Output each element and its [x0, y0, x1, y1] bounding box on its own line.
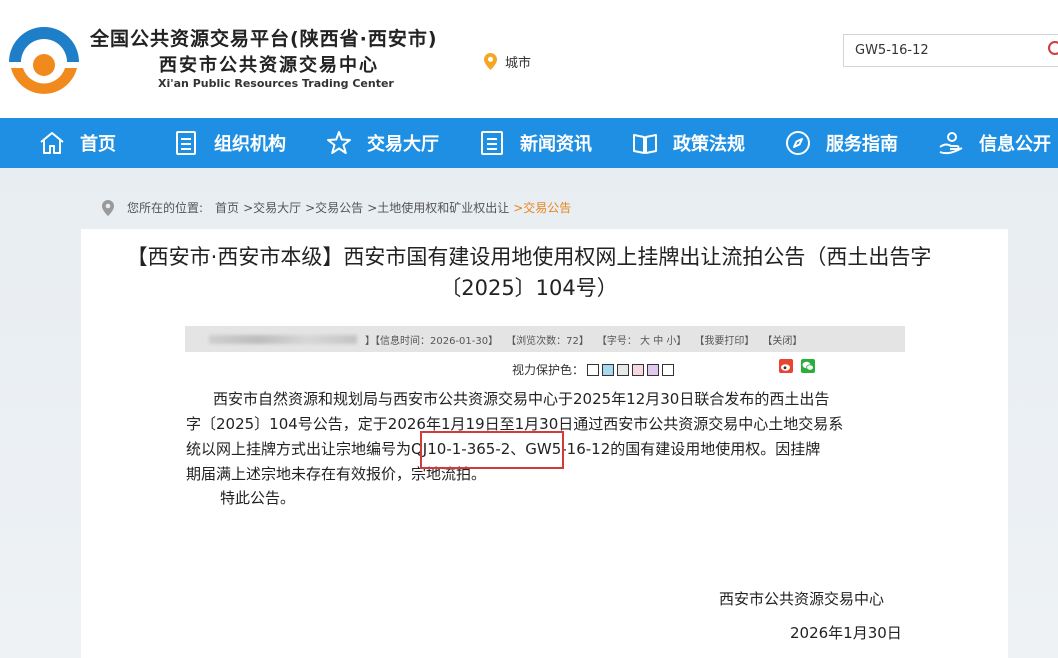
article-title-line1: 【西安市·西安市本级】西安市国有建设用地使用权网上挂牌出让流拍公告（西土出告字 [126, 245, 932, 269]
color-swatch-blue[interactable] [602, 363, 615, 376]
breadcrumb-item-home[interactable]: 首页 [215, 199, 239, 216]
nav-label: 政策法规 [673, 134, 745, 155]
search-icon[interactable] [1047, 40, 1058, 58]
nav-label: 服务指南 [826, 134, 898, 155]
eye-protection-label: 视力保护色： [512, 363, 585, 377]
site-subtitle-cn: 西安市公共资源交易中心 [159, 55, 379, 76]
nav-label: 交易大厅 [367, 134, 439, 155]
hand-icon [939, 132, 963, 155]
location-pin-icon [102, 199, 114, 216]
nav-item-service-guide[interactable]: 服务指南 [784, 118, 898, 168]
list-icon [481, 131, 503, 155]
article-closing: 特此公告。 [220, 489, 296, 507]
breadcrumb-prefix: 您所在的位置: [127, 201, 204, 215]
nav-item-home[interactable]: 首页 [38, 118, 116, 168]
color-swatch-gray[interactable] [617, 363, 630, 376]
article-title: 【西安市·西安市本级】西安市国有建设用地使用权网上挂牌出让流拍公告（西土出告字 … [0, 242, 1058, 304]
article-title-line2: 〔2025〕104号） [440, 276, 618, 300]
site-title-en: Xi'an Public Resources Trading Center [158, 77, 394, 90]
article-meta-bar: 】【信息时间：2026-01-30】 【浏览次数：72】 【字号： 大 中 小】… [185, 326, 905, 352]
breadcrumb-item-announcements[interactable]: >交易公告 [305, 199, 363, 216]
article-body: 西安市自然资源和规划局与西安市公共资源交易中心于2025年12月30日联合发布的… [186, 387, 906, 487]
body-line: 字〔2025〕104号公告，定于2026年1月19日至1月30日通过西安市公共资… [186, 415, 844, 433]
color-swatch-white[interactable] [587, 363, 600, 376]
breadcrumb-item-land-rights[interactable]: >土地使用权和矿业权出让 [367, 199, 509, 216]
article-date: 2026年1月30日 [790, 624, 902, 642]
nav-item-disclosure[interactable]: 信息公开 [937, 118, 1051, 168]
site-logo[interactable] [3, 18, 85, 100]
body-line: 西安市自然资源和规划局与西安市公共资源交易中心于2025年12月30日联合发布的… [213, 390, 830, 408]
breadcrumb: 您所在的位置: 首页 >交易大厅 >交易公告 >土地使用权和矿业权出让 >交易公… [102, 199, 571, 216]
color-swatch-pink[interactable] [632, 363, 645, 376]
site-title-cn: 全国公共资源交易平台(陕西省·西安市) [90, 28, 438, 50]
close-button[interactable]: 【关闭】 [762, 332, 802, 347]
body-line: 期届满上述宗地未存在有效报价，宗地流拍。 [186, 465, 487, 483]
print-button[interactable]: 【我要打印】 [694, 332, 754, 347]
meta-font-size[interactable]: 【字号： 大 中 小】 [597, 332, 687, 347]
meta-views: 【浏览次数：72】 [506, 335, 589, 347]
nav-label: 组织机构 [214, 134, 286, 155]
book-icon [633, 134, 657, 154]
document-icon [176, 131, 196, 155]
color-swatch-purple[interactable] [647, 363, 660, 376]
nav-item-news[interactable]: 新闻资讯 [478, 118, 592, 168]
breadcrumb-item-trading-hall[interactable]: >交易大厅 [243, 199, 301, 216]
star-icon [327, 131, 351, 154]
meta-info-time: 】【信息时间：2026-01-30】 [365, 335, 499, 347]
nav-item-trading-hall[interactable]: 交易大厅 [325, 118, 439, 168]
breadcrumb-item-current[interactable]: >交易公告 [513, 199, 571, 216]
nav-item-organization[interactable]: 组织机构 [172, 118, 286, 168]
eye-protection-colors: 视力保护色： [512, 361, 675, 378]
nav-label: 新闻资讯 [520, 134, 592, 155]
color-swatch-default[interactable] [662, 363, 675, 376]
article-signature-org: 西安市公共资源交易中心 [719, 590, 885, 608]
search-input[interactable] [843, 34, 1058, 67]
site-header: 全国公共资源交易平台(陕西省·西安市) 西安市公共资源交易中心 Xi'an Pu… [0, 0, 1058, 118]
main-nav: 首页 组织机构 交易大厅 新闻资讯 政策法规 服务指南 信息公开 [0, 118, 1058, 168]
nav-item-policy[interactable]: 政策法规 [631, 118, 745, 168]
body-line: 统以网上挂牌方式出让宗地编号为QJ10-1-365-2、GW5-16-12的国有… [186, 440, 821, 458]
compass-icon [786, 131, 810, 155]
location-pin-icon [484, 53, 497, 70]
wechat-share-icon[interactable] [801, 359, 815, 373]
weibo-share-icon[interactable] [779, 359, 793, 373]
nav-label: 首页 [80, 134, 116, 155]
home-icon [40, 132, 64, 154]
redacted-source [209, 334, 357, 344]
city-selector[interactable]: 城市 [484, 52, 531, 71]
city-label: 城市 [505, 56, 532, 71]
nav-label: 信息公开 [979, 134, 1051, 155]
